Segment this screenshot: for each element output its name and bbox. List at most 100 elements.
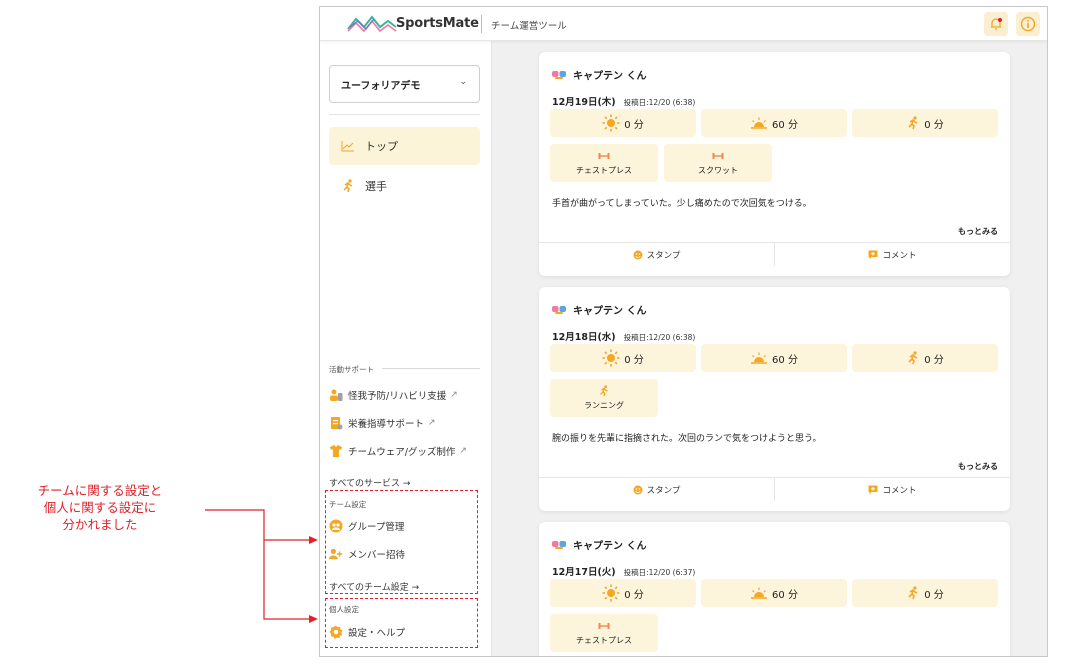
support-teamwear-label: チームウェア/グッズ制作 — [348, 447, 456, 458]
sun-icon — [602, 114, 620, 132]
sunrise-icon — [750, 117, 768, 129]
invite-member-link[interactable]: メンバー招待 — [329, 545, 405, 563]
stat-runner: 0 分 — [852, 579, 998, 607]
external-link-icon: ↗ — [428, 418, 436, 428]
all-team-settings-link[interactable]: すべてのチーム設定 → — [329, 580, 419, 593]
activity-chip: チェストプレス — [550, 614, 658, 652]
stat-runner: 0 分 — [852, 344, 998, 372]
header-divider — [481, 15, 482, 33]
stat-sun: 0 分 — [550, 579, 696, 607]
sun-icon — [602, 349, 620, 367]
activity-chip-label: チェストプレス — [576, 166, 632, 175]
annotation-line-2: 個人に関する設定に — [43, 500, 157, 515]
sunrise-icon — [750, 352, 768, 364]
comment-icon — [868, 485, 878, 495]
activity-chip: チェストプレス — [550, 144, 658, 182]
author-badge-icon — [552, 540, 566, 549]
sidebar-divider — [329, 114, 480, 115]
stat-runner-value: 0 分 — [924, 119, 944, 131]
runner-icon — [906, 351, 920, 365]
stat-sun-value: 0 分 — [624, 119, 644, 131]
comment-button[interactable]: コメント — [775, 478, 1010, 501]
external-link-icon: ↗ — [450, 390, 458, 400]
post-date-value: 12月17日(火) — [552, 567, 616, 578]
gear-icon — [329, 625, 343, 639]
sportsmate-logo-icon — [347, 15, 397, 33]
group-management-label: グループ管理 — [348, 522, 405, 533]
support-teamwear-link[interactable]: チームウェア/グッズ制作 ↗ — [329, 442, 467, 460]
post-date: 12月19日(木) 投稿日:12/20 (6:38) — [552, 94, 695, 108]
comment-button[interactable]: コメント — [775, 243, 1010, 266]
sun-icon — [602, 584, 620, 602]
read-more-link[interactable]: もっとみる — [958, 461, 998, 472]
stat-sunrise: 60 分 — [701, 109, 847, 137]
stat-sunrise-value: 60 分 — [772, 119, 798, 131]
support-nutrition-link[interactable]: 栄養指導サポート ↗ — [329, 414, 436, 432]
runner-icon — [598, 385, 610, 397]
chevron-down-icon: ⌄ — [459, 77, 467, 87]
stamp-button[interactable]: スタンプ — [539, 243, 775, 266]
comment-label: コメント — [882, 485, 917, 496]
stamp-button[interactable]: スタンプ — [539, 478, 775, 501]
annotation-line-1: チームに関する設定と — [37, 483, 163, 498]
sunrise-icon — [750, 587, 768, 599]
header-subtitle: チーム運営ツール — [491, 21, 567, 32]
runner-icon — [906, 116, 920, 130]
support-section-label: 活動サポート — [329, 365, 374, 374]
group-icon — [329, 519, 343, 533]
app-window: SportsMate チーム運営ツール ユーフォリアデモ ⌄ トップ 選手 活動… — [319, 6, 1048, 657]
dumbbell-icon — [598, 620, 610, 632]
post-author: キャプテン くん — [552, 537, 646, 552]
post-actions: スタンプ コメント — [539, 477, 1010, 501]
stat-sun: 0 分 — [550, 344, 696, 372]
settings-help-label: 設定・ヘルプ — [348, 628, 406, 639]
stat-sunrise: 60 分 — [701, 344, 847, 372]
nav-item-top[interactable]: トップ — [329, 127, 480, 165]
nav-item-players[interactable]: 選手 — [329, 167, 480, 205]
author-badge-icon — [552, 305, 566, 314]
post-actions: スタンプ コメント — [539, 242, 1010, 266]
notification-button[interactable] — [984, 12, 1008, 36]
app-header: SportsMate チーム運営ツール — [320, 7, 1047, 41]
post-posted-at: 投稿日:12/20 (6:38) — [623, 333, 696, 342]
post-body: 腕の振りを先輩に指摘された。次回のランで気をつけようと思う。 — [552, 434, 822, 444]
dumbbell-icon — [712, 150, 724, 162]
activity-chip-label: チェストプレス — [576, 636, 632, 645]
stat-sun-value: 0 分 — [624, 354, 644, 366]
post-author-name: キャプテン くん — [573, 71, 647, 82]
stat-sun: 0 分 — [550, 109, 696, 137]
post-date: 12月17日(火) 投稿日:12/20 (6:37) — [552, 564, 695, 578]
author-badge-icon — [552, 70, 566, 79]
invite-member-label: メンバー招待 — [348, 550, 406, 561]
info-button[interactable] — [1016, 12, 1040, 36]
group-management-link[interactable]: グループ管理 — [329, 517, 404, 535]
team-select[interactable]: ユーフォリアデモ ⌄ — [329, 65, 480, 103]
support-rehab-label: 怪我予防/リハビリ支援 — [348, 391, 447, 402]
stamp-label: スタンプ — [646, 485, 681, 496]
support-rehab-link[interactable]: 怪我予防/リハビリ支援 ↗ — [329, 386, 458, 404]
annotation-line-3: 分かれました — [62, 517, 138, 532]
activity-chip-label: スクワット — [698, 166, 738, 175]
annotation-callout: チームに関する設定と 個人に関する設定に 分かれました — [20, 482, 180, 533]
stat-sunrise: 60 分 — [701, 579, 847, 607]
stat-sunrise-value: 60 分 — [772, 354, 798, 366]
comment-label: コメント — [882, 250, 917, 261]
nav-item-players-label: 選手 — [365, 180, 387, 193]
settings-help-link[interactable]: 設定・ヘルプ — [329, 623, 405, 641]
support-section-line — [382, 368, 480, 369]
team-settings-label: チーム設定 — [329, 500, 367, 509]
read-more-link[interactable]: もっとみる — [958, 226, 998, 237]
activity-feed: キャプテン くん 12月19日(木) 投稿日:12/20 (6:38) 0 分 6… — [492, 41, 1047, 656]
info-icon — [1020, 16, 1036, 32]
stamp-label: スタンプ — [646, 250, 681, 261]
runner-icon — [341, 179, 357, 193]
stamp-icon — [633, 250, 643, 260]
stat-sun-value: 0 分 — [624, 589, 644, 601]
post-date: 12月18日(水) 投稿日:12/20 (6:38) — [552, 329, 695, 343]
stat-sunrise-value: 60 分 — [772, 589, 798, 601]
stat-runner-value: 0 分 — [924, 589, 944, 601]
post-card: キャプテン くん 12月17日(火) 投稿日:12/20 (6:37) 0 分 6… — [539, 522, 1010, 656]
all-services-link[interactable]: すべてのサービス → — [329, 476, 410, 489]
post-card: キャプテン くん 12月18日(水) 投稿日:12/20 (6:38) 0 分 6… — [539, 287, 1010, 511]
sidebar: ユーフォリアデモ ⌄ トップ 選手 活動サポート 怪我予防/リハビリ支援 ↗ 栄… — [320, 41, 492, 656]
